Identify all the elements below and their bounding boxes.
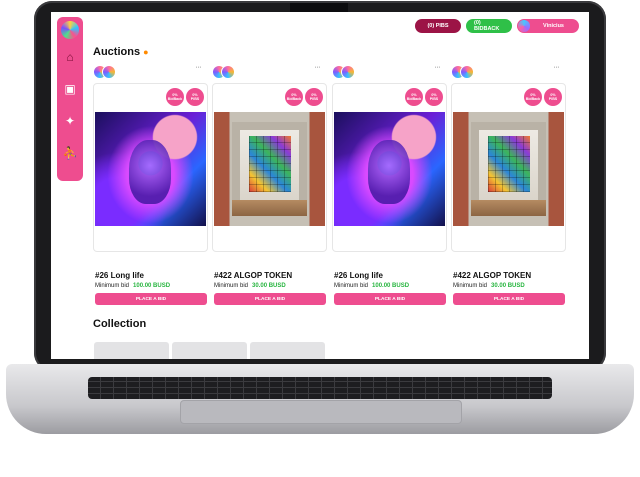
collection-card[interactable] — [250, 342, 325, 359]
collection-title: Collection — [93, 318, 147, 330]
pibs-badge: 0% PIBS — [544, 88, 562, 106]
more-options-icon[interactable]: ··· — [196, 64, 202, 71]
nft-artwork[interactable] — [95, 112, 206, 226]
nft-artwork[interactable] — [214, 112, 325, 226]
bid-label: Minimum bid — [95, 283, 130, 289]
minimum-bid: Minimum bid 100.00 BUSD — [334, 283, 409, 289]
minimum-bid: Minimum bid 30.00 BUSD — [453, 283, 525, 289]
card-header: ··· — [451, 64, 565, 79]
pibs-button[interactable]: (0) PIBS — [415, 19, 461, 33]
collection-card[interactable] — [94, 342, 169, 359]
auctions-title-text: Auctions — [93, 46, 141, 58]
user-name: Vinicius — [543, 23, 564, 29]
owner-avatar[interactable] — [102, 65, 116, 79]
pibs-badge: 0% PIBS — [186, 88, 204, 106]
bidback-badge: 0% BidBack — [285, 88, 303, 106]
runner-icon[interactable]: ⛹ — [62, 145, 78, 161]
app-logo[interactable] — [61, 21, 79, 39]
owner-avatar[interactable] — [460, 65, 474, 79]
badge-label: BidBack — [406, 97, 422, 101]
bid-label: Minimum bid — [214, 283, 249, 289]
card-header: ··· — [212, 64, 326, 79]
auction-card[interactable]: ··· 0% BidBack 0% PIBS #422 ALGOP TOKEN … — [451, 64, 566, 305]
badge-label: BidBack — [525, 97, 541, 101]
more-options-icon[interactable]: ··· — [315, 64, 321, 71]
bid-label: Minimum bid — [453, 283, 488, 289]
sidebar: ⌂ ▣ ✦ ⛹ — [57, 17, 83, 181]
nft-name: #422 ALGOP TOKEN — [453, 271, 532, 280]
place-bid-button[interactable]: PLACE A BID — [214, 293, 326, 305]
card-frame: 0% BidBack 0% PIBS — [212, 83, 327, 252]
nft-name: #26 Long life — [334, 271, 383, 280]
home-icon[interactable]: ⌂ — [62, 49, 78, 65]
top-bar: (0) PIBS (0) BIDBACK Vinicius — [415, 18, 579, 34]
bidback-badge: 0% BidBack — [166, 88, 184, 106]
laptop-keyboard — [88, 377, 552, 399]
more-options-icon[interactable]: ··· — [554, 64, 560, 71]
auction-card[interactable]: ··· 0% BidBack 0% PIBS #422 ALGOP TOKEN … — [212, 64, 327, 305]
avatar — [518, 20, 530, 32]
more-options-icon[interactable]: ··· — [435, 64, 441, 71]
badge-label: PIBS — [429, 97, 439, 101]
bidback-badge: 0% BidBack — [524, 88, 542, 106]
bid-value: 30.00 BUSD — [491, 283, 525, 289]
pibs-badge: 0% PIBS — [305, 88, 323, 106]
badge-label: PIBS — [548, 97, 558, 101]
owner-avatar[interactable] — [221, 65, 235, 79]
nft-name: #422 ALGOP TOKEN — [214, 271, 293, 280]
nft-artwork[interactable] — [453, 112, 564, 226]
minimum-bid: Minimum bid 30.00 BUSD — [214, 283, 286, 289]
auctions-title: Auctions ● — [93, 46, 149, 58]
pibs-badge: 0% PIBS — [425, 88, 443, 106]
card-frame: 0% BidBack 0% PIBS — [332, 83, 447, 252]
nft-name: #26 Long life — [95, 271, 144, 280]
bid-value: 100.00 BUSD — [372, 283, 410, 289]
place-bid-button[interactable]: PLACE A BID — [95, 293, 207, 305]
card-frame: 0% BidBack 0% PIBS — [451, 83, 566, 252]
nft-artwork[interactable] — [334, 112, 445, 226]
badge-label: PIBS — [190, 97, 200, 101]
badge-label: PIBS — [309, 97, 319, 101]
auction-card[interactable]: ··· 0% BidBack 0% PIBS #26 Long life Min… — [332, 64, 447, 305]
auction-card[interactable]: ··· 0% BidBack 0% PIBS #26 Long life Min… — [93, 64, 208, 305]
bidback-button[interactable]: (0) BIDBACK — [466, 19, 512, 33]
fire-icon: ● — [143, 47, 149, 57]
user-menu[interactable]: Vinicius — [517, 19, 579, 33]
magic-wand-icon[interactable]: ✦ — [62, 113, 78, 129]
gallery-icon[interactable]: ▣ — [62, 81, 78, 97]
owner-avatar[interactable] — [341, 65, 355, 79]
place-bid-button[interactable]: PLACE A BID — [453, 293, 565, 305]
card-header: ··· — [332, 64, 446, 79]
bid-label: Minimum bid — [334, 283, 369, 289]
laptop-trackpad — [180, 400, 462, 424]
app-screen: ⌂ ▣ ✦ ⛹ (0) PIBS (0) BIDBACK Vinicius Au… — [51, 12, 589, 359]
bid-value: 30.00 BUSD — [252, 283, 286, 289]
badge-label: BidBack — [167, 97, 183, 101]
place-bid-button[interactable]: PLACE A BID — [334, 293, 446, 305]
card-header: ··· — [93, 64, 207, 79]
badge-label: BidBack — [286, 97, 302, 101]
minimum-bid: Minimum bid 100.00 BUSD — [95, 283, 170, 289]
bidback-badge: 0% BidBack — [405, 88, 423, 106]
collection-card[interactable] — [172, 342, 247, 359]
card-frame: 0% BidBack 0% PIBS — [93, 83, 208, 252]
bid-value: 100.00 BUSD — [133, 283, 171, 289]
